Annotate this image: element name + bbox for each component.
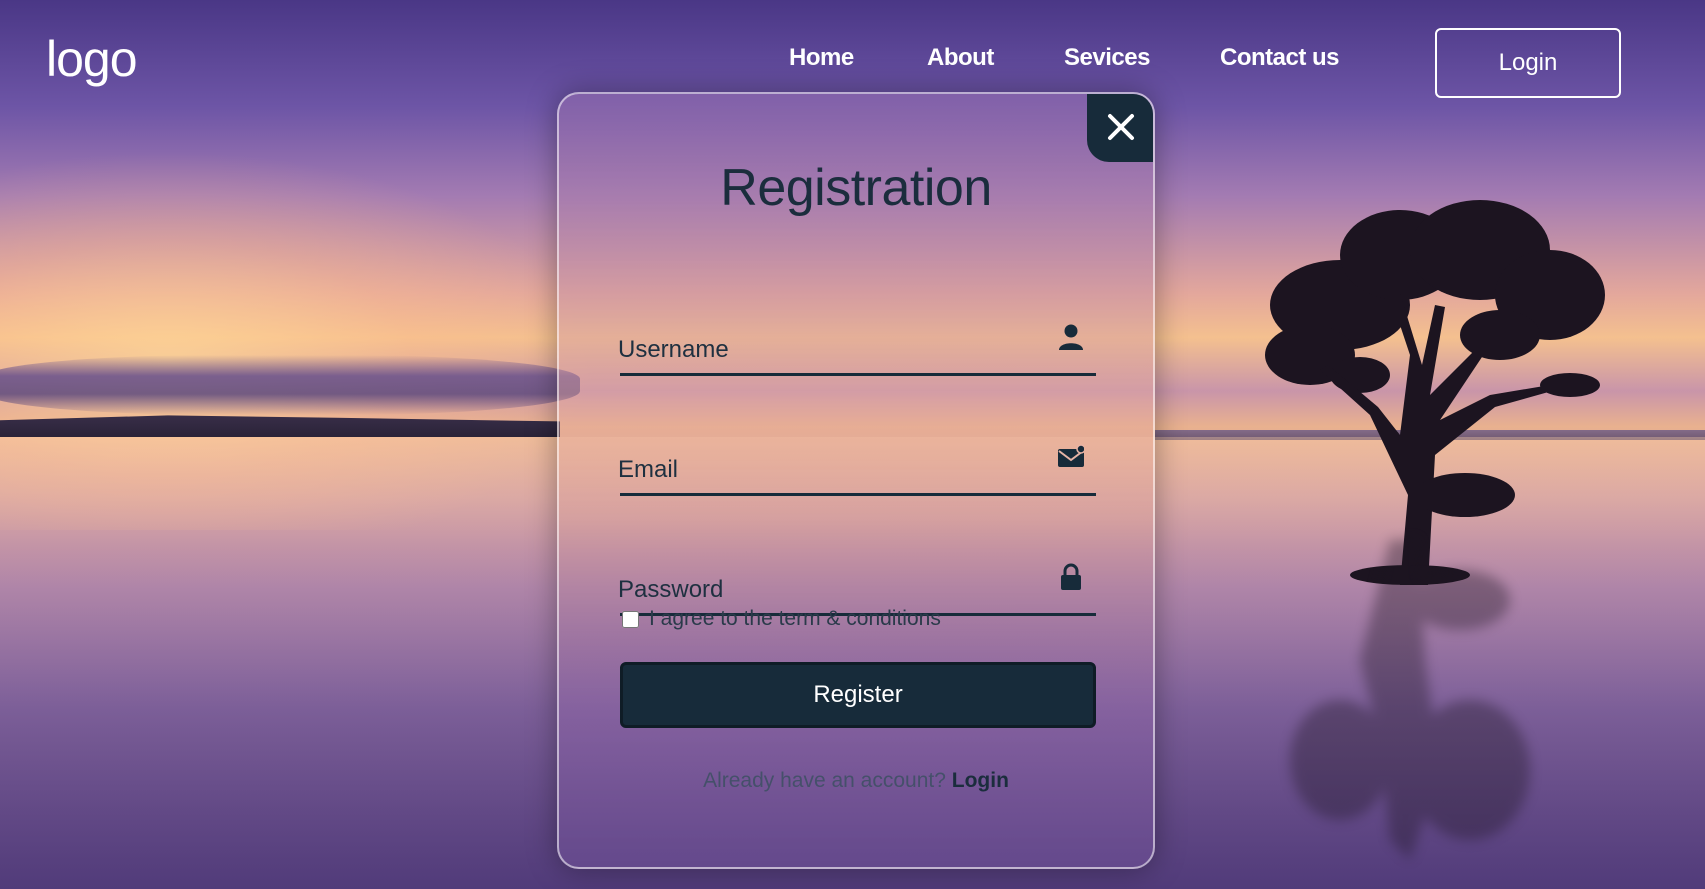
header-login-button[interactable]: Login (1435, 28, 1621, 98)
username-input[interactable] (616, 331, 1040, 369)
modal-title: Registration (720, 159, 992, 217)
login-prompt-text: Already have an account? (703, 769, 946, 792)
email-input[interactable] (616, 451, 1040, 489)
tree-reflection (1290, 540, 1530, 860)
registration-modal: Registration I agree t (557, 92, 1155, 869)
nav-about[interactable]: About (927, 44, 994, 72)
terms-label: I agree to the term & conditions (649, 607, 941, 630)
password-field (616, 549, 1096, 616)
cloud-band (0, 355, 580, 415)
envelope-icon (1058, 444, 1084, 467)
terms-checkbox[interactable] (622, 610, 639, 628)
tree-silhouette (1265, 200, 1605, 585)
email-field (616, 429, 1096, 496)
terms-row[interactable]: I agree to the term & conditions (622, 607, 941, 631)
login-prompt: Already have an account? Login (559, 769, 1153, 793)
person-icon (1059, 324, 1083, 350)
close-button[interactable] (1087, 94, 1153, 162)
close-icon (1108, 114, 1134, 140)
login-link[interactable]: Login (952, 769, 1009, 792)
nav-services[interactable]: Sevices (1064, 44, 1150, 72)
nav-home[interactable]: Home (789, 44, 854, 72)
logo[interactable]: logo (46, 30, 138, 88)
lock-icon (1061, 563, 1081, 590)
username-field (616, 309, 1096, 376)
register-button[interactable]: Register (620, 662, 1096, 728)
password-input[interactable] (616, 571, 1040, 609)
nav-contact[interactable]: Contact us (1220, 44, 1340, 72)
background-scene: logo Home About Sevices Contact us Login… (0, 0, 1705, 889)
